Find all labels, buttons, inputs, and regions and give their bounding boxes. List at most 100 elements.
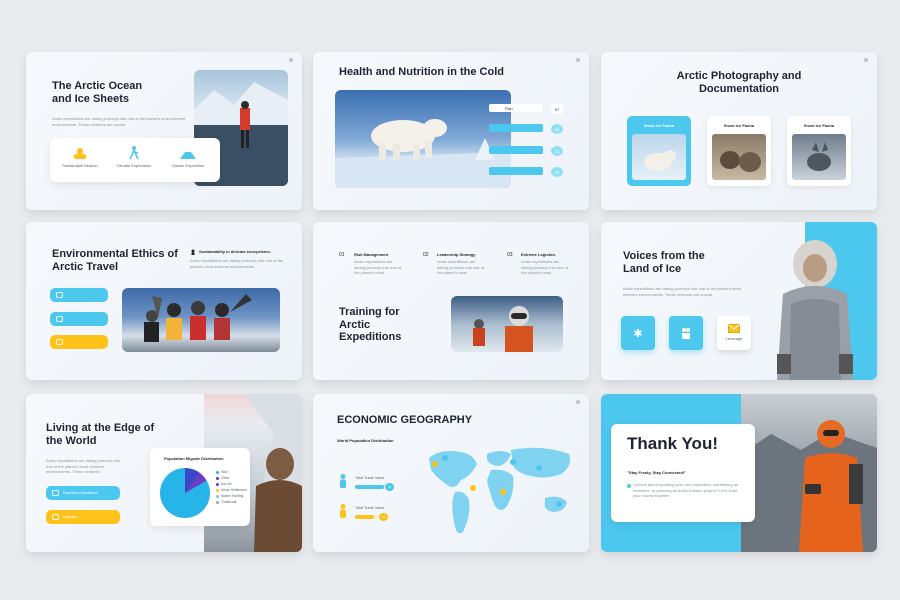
feature-item-2[interactable]: Climate Exploration [116, 146, 152, 168]
nutrition-row-2[interactable] [489, 124, 543, 132]
trade-bar-fill [355, 515, 374, 519]
slide-photography[interactable]: Arctic Photography and Documentation Sno… [601, 52, 877, 210]
feature-label: Glacier Expedition [171, 163, 205, 168]
feature-item-3[interactable]: Glacier Expedition [170, 146, 206, 168]
nutrition-row-label: Fish [505, 105, 513, 111]
person-icon [340, 474, 346, 488]
fauna-card-2[interactable]: Snow Ice Fauna [707, 116, 771, 186]
nutrition-row-1[interactable]: Fish [489, 104, 543, 112]
people-icon [682, 328, 690, 339]
tile-snowflake[interactable]: ✱ [621, 316, 655, 350]
tile-label: Leverage [725, 336, 743, 341]
snowflake-icon: ✱ [633, 326, 643, 340]
slide-title: Training for Arctic Expeditions [339, 306, 402, 344]
fauna-card-label: Snow Ice Fauna [643, 123, 675, 128]
feature-card: Sustainable Mission Climate Exploration … [50, 138, 220, 182]
slide-menu-dot [864, 58, 868, 62]
slide-title: Arctic Photography and Documentation [676, 70, 802, 95]
migration-pie [160, 468, 210, 518]
slide-title: Health and Nutrition in the Cold [339, 66, 504, 78]
slide-title: Environmental Ethics of Arctic Travel [52, 248, 178, 273]
photo-expedition-climber [451, 296, 563, 352]
photo-polar-bear-cub [632, 134, 686, 180]
slide-title: The Arctic Ocean and Ice Sheets [52, 80, 143, 105]
photo-climbers-group [122, 288, 280, 352]
slide-arctic-ocean[interactable]: The Arctic Ocean and Ice Sheets Arctic e… [26, 52, 302, 210]
col-body: Arctic expeditions are daring journeys i… [354, 259, 402, 276]
ethics-pill-3[interactable] [50, 335, 108, 349]
map-pin [556, 501, 562, 507]
slide-subtitle: World Population Distribution [337, 438, 394, 443]
trade-value-badge: 50 [379, 513, 388, 521]
thankyou-quote: "Stay Frosty, Stay Connected!" [627, 470, 687, 475]
photo-seal [712, 134, 766, 180]
slide-health-nutrition[interactable]: Health and Nutrition in the Cold Fish 97… [313, 52, 589, 210]
migration-popup: Population Migrate Distribution Wild Cit… [150, 448, 250, 526]
tile-people[interactable] [669, 316, 703, 350]
legend-item: Cities [216, 476, 248, 480]
slide-environmental-ethics[interactable]: Environmental Ethics of Arctic Travel Su… [26, 222, 302, 380]
photo-wolf [792, 134, 846, 180]
thankyou-card: Thank You! "Stay Frosty, Stay Connected!… [611, 424, 755, 522]
slide-menu-dot [576, 58, 580, 62]
nutrition-row-4[interactable] [489, 167, 543, 175]
col-number: 03 [507, 252, 513, 258]
slide-title: ECONOMIC GEOGRAPHY [337, 414, 473, 426]
trade-label: Total Trade Value [355, 476, 385, 480]
envelope-icon [728, 324, 740, 333]
fauna-card-1[interactable]: Snow Ice Fauna [627, 116, 691, 186]
nutrition-badge-4: 54 [551, 167, 563, 177]
slide-body: Arctic expeditions are daring journeys i… [623, 286, 741, 297]
slide-training[interactable]: 01 Risk Management Arctic expeditions ar… [313, 222, 589, 380]
pie-legend: Wild Cities Ice Life Urban Settlement Ma… [216, 470, 248, 504]
person-icon [340, 504, 346, 518]
pill-migration[interactable]: Migration [46, 510, 120, 524]
slide-body: Arctic expeditions are daring journeys i… [46, 458, 121, 475]
fauna-card-label: Snow Ice Fauna [723, 123, 755, 128]
legend-item: Urban Settlement [216, 488, 248, 492]
pill-population-distribution[interactable]: Population Distribution [46, 486, 120, 500]
legend-item: Wild [216, 470, 248, 474]
slide-economic-geography[interactable]: ECONOMIC GEOGRAPHY World Population Dist… [313, 394, 589, 552]
slide-body: Arctic expeditions are daring journeys i… [52, 116, 186, 127]
map-pin [536, 465, 542, 471]
slide-title: Voices from the Land of Ice [623, 250, 705, 275]
ethics-pill-2[interactable] [50, 312, 108, 326]
hiker-icon [129, 146, 139, 160]
tile-envelope[interactable]: Leverage [717, 316, 751, 350]
callout-body: Arctic expeditions are daring journeys i… [190, 258, 284, 269]
globe-icon [56, 316, 63, 322]
briefcase-icon [56, 339, 63, 345]
callout-title: Sustainability in delicate ecosystems. [199, 249, 271, 254]
thankyou-title: Thank You! [627, 434, 718, 453]
slide-voices[interactable]: Voices from the Land of Ice Arctic exped… [601, 222, 877, 380]
feature-item-1[interactable]: Sustainable Mission [62, 146, 98, 168]
map-pin [432, 461, 438, 467]
nutrition-badge-2: 88 [551, 124, 563, 134]
trade-label: Total Trade Value [355, 506, 385, 510]
people-icon [52, 490, 59, 496]
slide-title: Living at the Edge of the World [46, 422, 155, 447]
popup-title: Population Migrate Distribution [164, 456, 224, 461]
nutrition-row-3[interactable] [489, 146, 543, 154]
slide-living-edge[interactable]: Living at the Edge of the World Arctic e… [26, 394, 302, 552]
pill-label: Migration [63, 515, 78, 519]
map-pin [470, 485, 476, 491]
slide-thank-you[interactable]: Thank You! "Stay Frosty, Stay Connected!… [601, 394, 877, 552]
map-pin [510, 459, 516, 465]
info-icon [627, 484, 631, 488]
ethics-pill-1[interactable] [50, 288, 108, 302]
photo-polar-bear [335, 90, 511, 188]
col-body: Arctic expeditions are daring journeys i… [521, 259, 569, 276]
world-map [429, 447, 570, 534]
fauna-card-3[interactable]: Snow Ice Fauna [787, 116, 851, 186]
slide-menu-dot [576, 400, 580, 404]
map-pin [442, 455, 448, 461]
legend-item: Ice Life [216, 482, 248, 486]
feature-label: Sustainable Mission [62, 163, 98, 168]
legend-item: Traditional [216, 500, 248, 504]
legend-item: Marine Hunting [216, 494, 248, 498]
pill-label: Population Distribution [63, 491, 99, 495]
col-title: Risk Management [354, 252, 389, 257]
col-number: 02 [423, 252, 429, 258]
